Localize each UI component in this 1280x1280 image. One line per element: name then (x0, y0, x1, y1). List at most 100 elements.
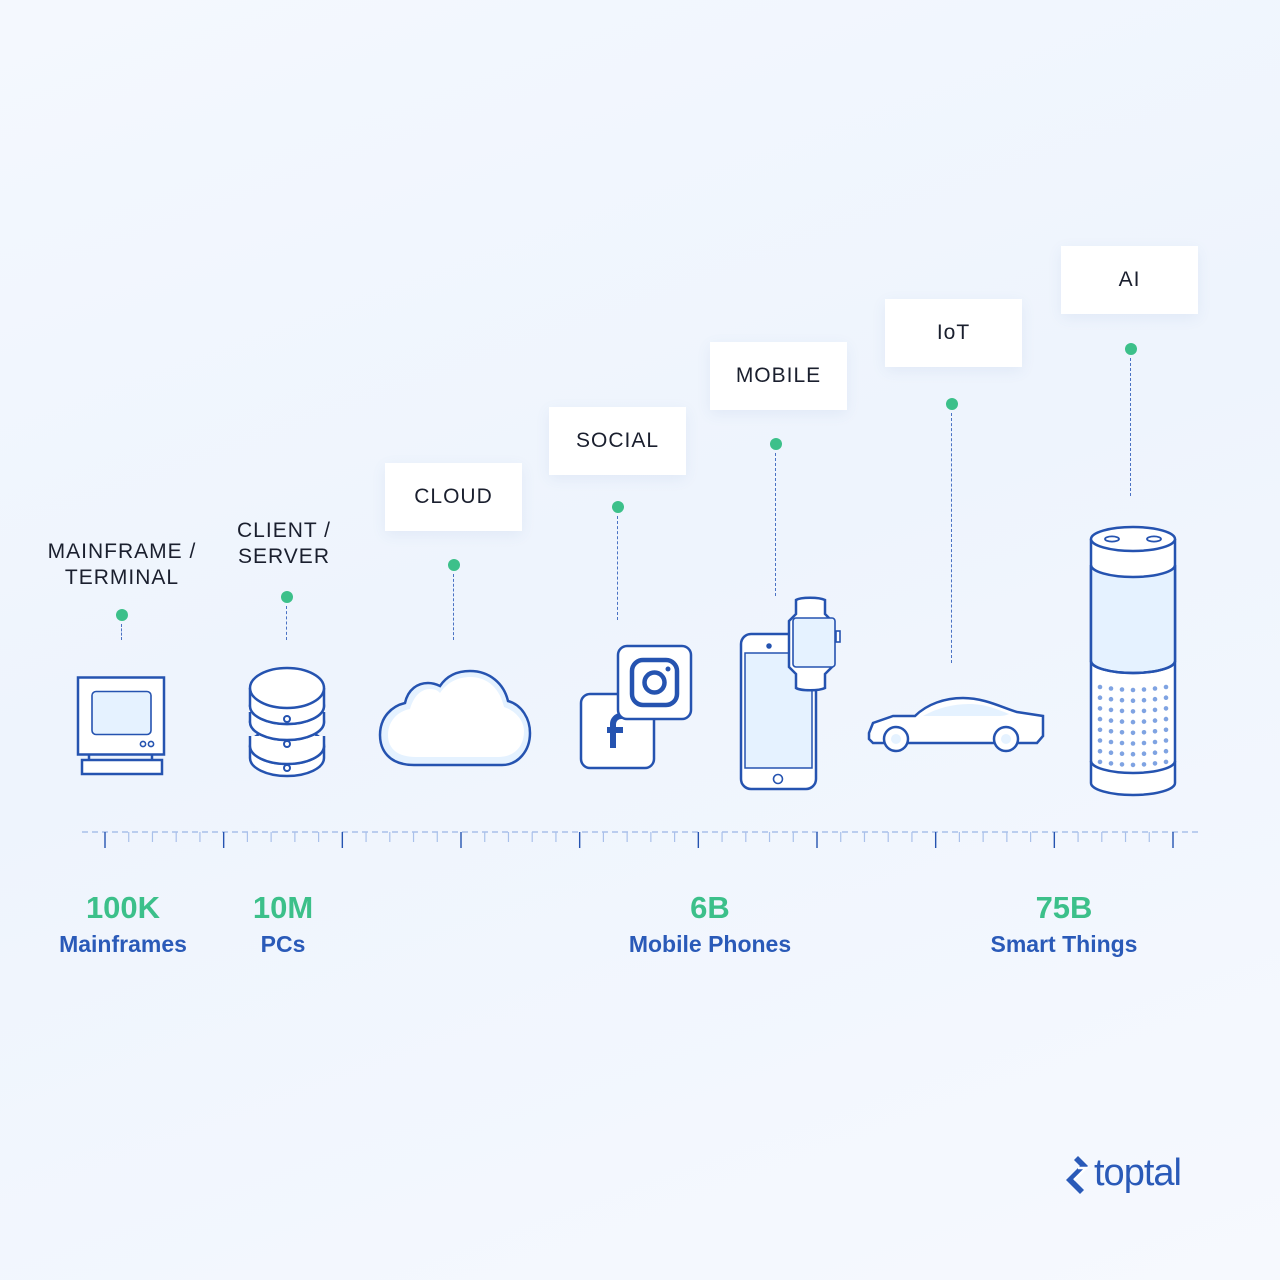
grille-dot (1163, 748, 1169, 754)
era-label-iot: IoT (885, 299, 1022, 367)
connector-line (1130, 358, 1131, 496)
stat-mobile-phones: 6B Mobile Phones (590, 890, 830, 962)
connector-line (775, 453, 776, 596)
stat-smart-things: 75B Smart Things (944, 890, 1184, 962)
connector-line (121, 624, 122, 640)
stat-label: PCs (260, 931, 306, 957)
grille-dot (1163, 727, 1169, 733)
grille-dot (1141, 687, 1147, 692)
grille-dot (1097, 748, 1103, 754)
marker-dot (281, 591, 293, 603)
grille-dot (1130, 730, 1136, 736)
stat-label: Smart Things (990, 931, 1138, 957)
grille-dot (1097, 759, 1103, 765)
marker-dot (770, 438, 782, 450)
connector-line (453, 574, 454, 640)
smart-speaker-icon (1089, 525, 1177, 797)
grille-dot (1141, 762, 1147, 767)
grille-dot (1108, 686, 1114, 691)
grille-dot (1119, 740, 1125, 746)
grille-dot (1152, 729, 1158, 734)
phone-watch-icon (739, 596, 841, 791)
grille-dot (1141, 740, 1147, 746)
grille-dot (1097, 695, 1103, 700)
car-icon (867, 696, 1045, 753)
grille-dot (1152, 718, 1158, 723)
smartwatch-icon (787, 596, 841, 692)
grille-dot (1163, 695, 1169, 700)
grille-dot (1163, 716, 1169, 722)
cloud-icon (378, 669, 532, 767)
era-label-client-server: CLIENT / SERVER (214, 518, 354, 570)
grille-dot (1097, 684, 1103, 690)
stat-value: 6B (690, 890, 730, 925)
grille-dot (1141, 708, 1147, 714)
grille-dot (1152, 686, 1158, 691)
era-label-line: CLIENT / (237, 519, 331, 542)
grille-dot (1108, 739, 1114, 745)
grille-dot (1130, 762, 1136, 768)
grille-dot (1108, 718, 1114, 723)
grille-dot (1119, 687, 1125, 692)
grille-dot (1108, 707, 1114, 713)
era-label-cloud: CLOUD (385, 463, 522, 531)
marker-dot (1125, 343, 1137, 355)
grille-dot (1119, 697, 1125, 703)
grille-dot (1119, 751, 1125, 756)
era-label-social: SOCIAL (549, 407, 686, 475)
connector-line (617, 516, 618, 620)
stat-label: Mobile Phones (628, 931, 792, 957)
grille-dot (1152, 761, 1158, 766)
grille-dot (1108, 696, 1114, 702)
era-label-line: MAINFRAME / (47, 540, 197, 563)
toptal-logo: toptal (1064, 1152, 1182, 1195)
grille-dot (1163, 684, 1169, 690)
grille-dot (1130, 698, 1136, 703)
grille-dot (1163, 759, 1169, 765)
grille-dot (1141, 751, 1147, 756)
grille-dot (1141, 730, 1147, 735)
grille-dot (1130, 741, 1136, 746)
grille-dot (1097, 706, 1103, 711)
connector-line (286, 606, 287, 640)
timeline-ruler (82, 831, 1198, 848)
era-label-line: SERVER (238, 545, 330, 568)
grille-dot (1119, 708, 1125, 714)
grille-dot (1097, 727, 1103, 733)
grille-dot (1119, 762, 1125, 767)
social-media-icon (579, 644, 693, 770)
grille-dot (1130, 719, 1136, 725)
grille-dot (1119, 719, 1125, 724)
stat-pcs: 10M PCs (163, 890, 403, 962)
grille-dot (1097, 716, 1103, 722)
grille-dot (1119, 730, 1125, 735)
grille-dot (1141, 697, 1147, 703)
grille-dot (1163, 738, 1169, 743)
grille-dot (1152, 750, 1158, 755)
era-label-line: TERMINAL (64, 566, 180, 589)
grille-dot (1108, 729, 1114, 734)
grille-dot (1130, 687, 1136, 693)
marker-dot (116, 609, 128, 621)
grille-dot (1130, 751, 1136, 757)
stat-value: 10M (252, 890, 314, 925)
marker-dot (612, 501, 624, 513)
grille-dot (1152, 707, 1158, 713)
grille-dot (1152, 739, 1158, 745)
connector-line (951, 413, 952, 663)
database-server-icon (248, 666, 326, 778)
grille-dot (1130, 709, 1136, 714)
grille-dot (1108, 761, 1114, 766)
grille-dot (1108, 750, 1114, 755)
grille-dot (1163, 706, 1169, 711)
marker-dot (448, 559, 460, 571)
era-label-mainframe: MAINFRAME / TERMINAL (32, 539, 212, 591)
brand-name: toptal (1094, 1152, 1182, 1194)
mainframe-terminal-icon (76, 676, 166, 776)
era-label-ai: AI (1061, 246, 1198, 314)
grille-dot (1141, 719, 1147, 724)
era-label-mobile: MOBILE (710, 342, 847, 410)
toptal-logo-icon (1066, 1155, 1090, 1194)
grille-dot (1097, 738, 1103, 743)
grille-dot (1152, 696, 1158, 702)
